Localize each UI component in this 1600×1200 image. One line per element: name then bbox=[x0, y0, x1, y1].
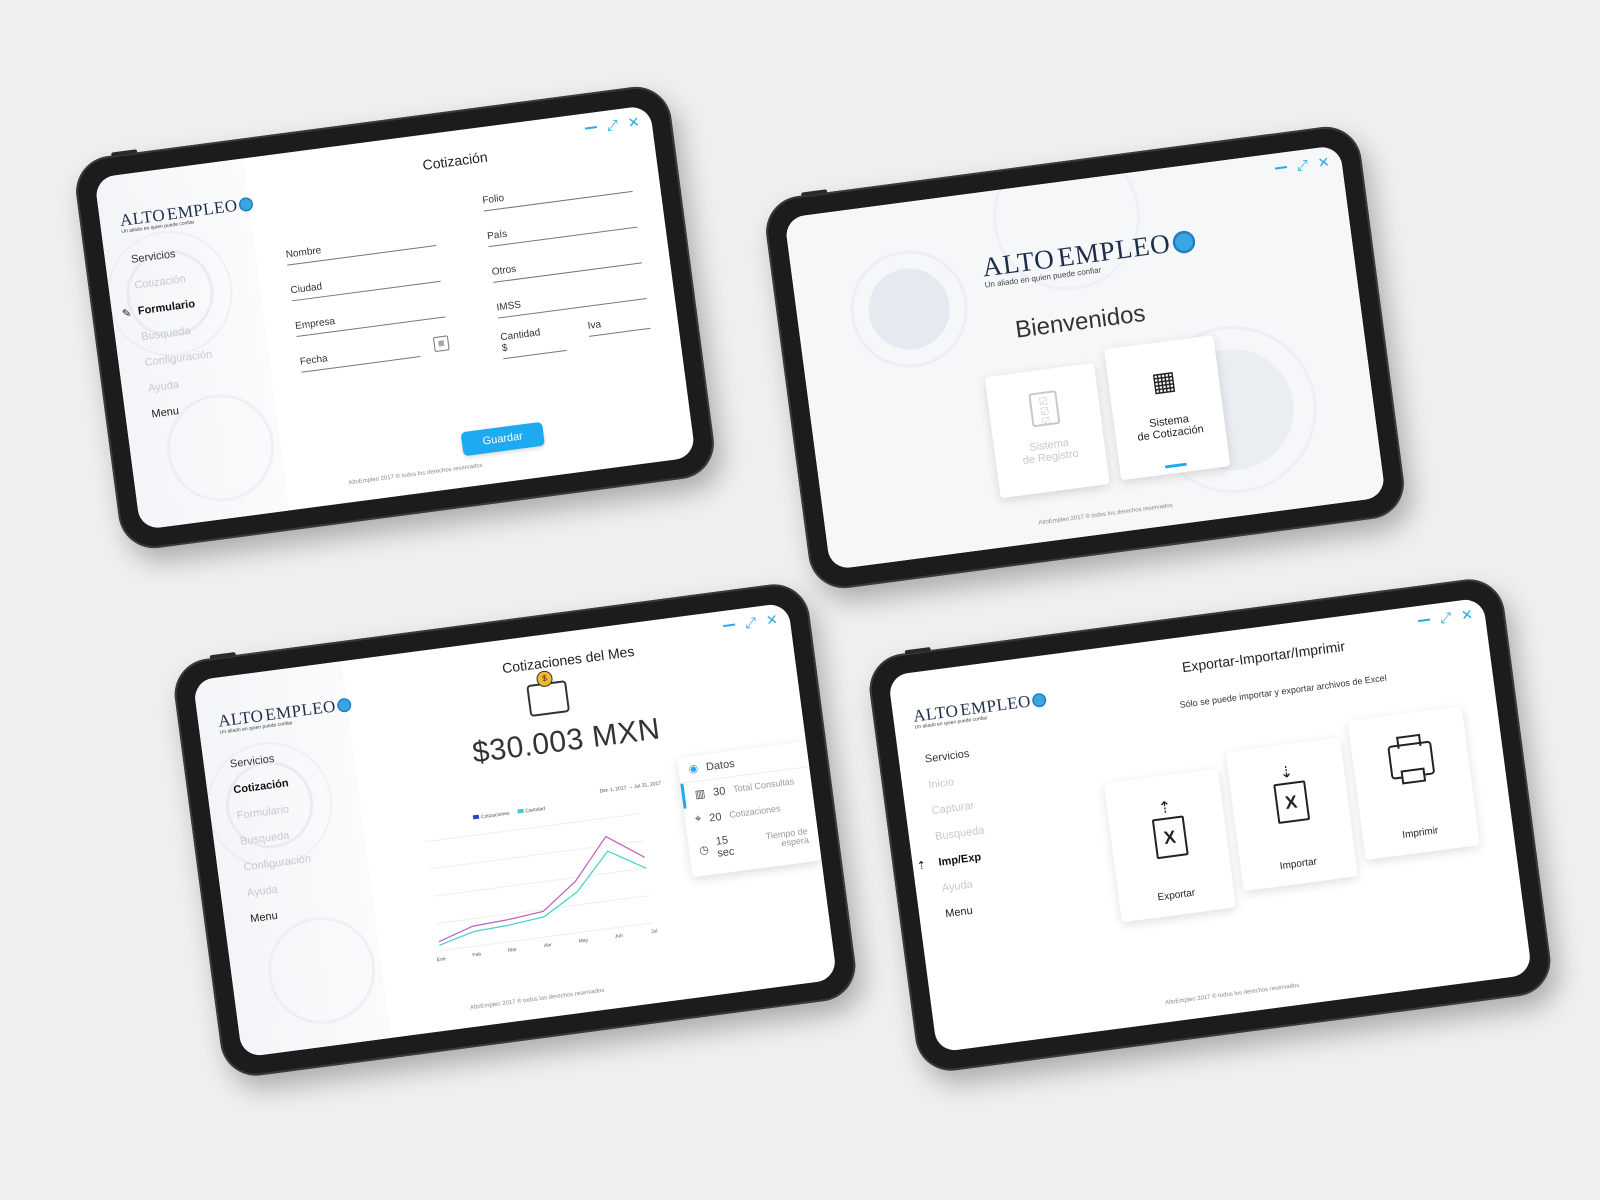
page-title: Cotizaciones del Mes bbox=[501, 642, 636, 677]
active-indicator bbox=[1164, 462, 1187, 469]
iva-field[interactable]: Iva bbox=[587, 312, 651, 337]
sidebar-item-ayuda[interactable]: Ayuda bbox=[941, 868, 1052, 895]
coin-icon: $ bbox=[535, 669, 554, 688]
globe-icon bbox=[336, 697, 353, 714]
sidebar-item-cotizacion[interactable]: Cotización bbox=[134, 265, 245, 292]
minimize-icon[interactable] bbox=[723, 623, 736, 628]
sidebar-item-busqueda[interactable]: Busqueda bbox=[141, 317, 252, 343]
minimize-icon[interactable] bbox=[1418, 618, 1431, 623]
chart-gridline bbox=[436, 894, 650, 925]
sidebar-item-formulario[interactable]: Formulario bbox=[236, 796, 347, 822]
minimize-icon[interactable] bbox=[1274, 166, 1288, 170]
chart-plot: Ene Feb Mar Abr May Jun Jul bbox=[425, 813, 658, 963]
chart-gridline bbox=[429, 840, 643, 870]
chart-x-tick: May bbox=[578, 937, 589, 944]
tablet-form: ⤢ ✕ ALTO EMPLEO Un aliado en quien puede … bbox=[71, 82, 719, 553]
tablet-welcome: ⤢ ✕ ALTO EMPLEO Un aliado en quien puede … bbox=[761, 122, 1409, 593]
clock-icon: ◷ bbox=[698, 843, 710, 857]
sidebar-item-ayuda[interactable]: Ayuda bbox=[147, 369, 258, 395]
ciudad-field[interactable]: Ciudad bbox=[289, 265, 441, 302]
globe-icon bbox=[1031, 692, 1048, 709]
sidebar: Servicios Inicio Capturar Busqueda ⇡ Imp/… bbox=[916, 739, 1056, 920]
dot-icon: ◉ bbox=[687, 762, 699, 776]
month-amount: $30.003 MXN bbox=[470, 712, 663, 770]
upload-arrow-icon: ⇡ bbox=[916, 859, 927, 873]
sidebar-header: Servicios bbox=[924, 747, 971, 766]
chart-x-tick: Jun bbox=[615, 933, 624, 940]
sidebar: Servicios Cotización Formulario Busqueda… bbox=[202, 744, 360, 925]
card-sistema-cotizacion[interactable]: ▦ Sistema de Cotización bbox=[1104, 335, 1231, 481]
card-importar[interactable]: ⇣ X Importar bbox=[1225, 737, 1358, 892]
chart-x-tick: Mar bbox=[508, 947, 518, 954]
sidebar-item-busqueda[interactable]: Busqueda bbox=[934, 817, 1045, 843]
fecha-field[interactable]: Fecha bbox=[299, 341, 421, 373]
line-chart: Cotizaciones Cantidad Dec 1, 2017 → Jul … bbox=[392, 780, 686, 975]
sidebar: Servicios Cotización ✎ Formulario Busqued… bbox=[122, 240, 261, 420]
globe-icon bbox=[1172, 229, 1198, 255]
minimize-icon[interactable] bbox=[584, 126, 598, 130]
sidebar-item-ayuda[interactable]: Ayuda bbox=[246, 873, 357, 900]
page-title: Exportar-Importar/Imprimir bbox=[1181, 637, 1346, 676]
chart-series-line bbox=[438, 835, 645, 943]
sidebar-item-configuracion[interactable]: Configuración bbox=[144, 343, 255, 369]
form-screen: ⤢ ✕ ALTO EMPLEO Un aliado en quien puede … bbox=[94, 104, 696, 531]
excel-download-icon: ⇣ X bbox=[1270, 761, 1310, 825]
maximize-icon[interactable]: ⤢ bbox=[1296, 156, 1309, 173]
tablet-dashboard: ⤢ ✕ ALTO EMPLEO Un aliado en quien puede … bbox=[170, 580, 860, 1080]
checklist-icon: ☑ ☑ ☑ bbox=[1028, 390, 1061, 428]
card-sistema-registro: ☑ ☑ ☑ Sistema de Registro bbox=[984, 362, 1110, 499]
pais-field[interactable]: País bbox=[486, 211, 638, 248]
wallet-icon: $ bbox=[526, 669, 571, 718]
imss-field[interactable]: IMSS bbox=[495, 283, 647, 319]
welcome-screen: ⤢ ✕ ALTO EMPLEO Un aliado en quien puede … bbox=[784, 144, 1386, 571]
chart-x-tick: Feb bbox=[472, 951, 482, 958]
sidebar-item-capturar[interactable]: Capturar bbox=[931, 791, 1042, 817]
brand-logo[interactable]: ALTO EMPLEO Un aliado en quien puede conf… bbox=[912, 689, 1048, 731]
close-icon[interactable]: ✕ bbox=[1317, 153, 1331, 170]
chart-x-tick: Jul bbox=[651, 928, 658, 935]
sidebar-item-impexp[interactable]: ⇡ Imp/Exp bbox=[916, 842, 1049, 872]
empresa-field[interactable]: Empresa bbox=[294, 301, 446, 337]
page-subtitle: Sólo se puede importar y exportar archiv… bbox=[1179, 672, 1388, 710]
card-imprimir[interactable]: Imprimir bbox=[1347, 706, 1480, 860]
nombre-field[interactable]: Nombre bbox=[285, 230, 437, 266]
tablet-export: ⤢ ✕ ALTO EMPLEO Un aliado en quien puede … bbox=[865, 575, 1555, 1075]
calculator-document-icon: ▦ bbox=[1149, 364, 1178, 398]
cantidad-field[interactable]: Cantidad $ bbox=[499, 324, 567, 360]
footer: AltoEmpleo 2017 ® todos los derechos res… bbox=[1164, 982, 1300, 1007]
sidebar-item-cotizacion[interactable]: Cotización bbox=[202, 770, 344, 805]
excel-upload-icon: ⇡ X bbox=[1149, 796, 1189, 860]
globe-icon bbox=[238, 196, 255, 213]
location-pin-icon: ⌖ bbox=[694, 812, 703, 826]
pencil-icon: ✎ bbox=[121, 307, 133, 321]
datos-panel: ◉ Datos ▥ 30 Total Consultas ⌖ 20 Cotiza… bbox=[677, 741, 822, 878]
save-button[interactable]: Guardar bbox=[460, 421, 545, 457]
menu-button[interactable]: Menu bbox=[945, 894, 1056, 920]
chart-x-tick: Ene bbox=[436, 956, 446, 963]
otros-field[interactable]: Otros bbox=[491, 247, 643, 283]
bar-chart-icon: ▥ bbox=[694, 787, 707, 802]
folio-field[interactable]: Folio bbox=[481, 176, 633, 212]
dashboard-screen: ⤢ ✕ ALTO EMPLEO Un aliado en quien puede … bbox=[192, 602, 838, 1058]
sidebar-item-configuracion[interactable]: Configuración bbox=[243, 847, 354, 874]
printer-icon bbox=[1386, 733, 1435, 785]
sidebar-item-formulario[interactable]: ✎ Formulario bbox=[122, 291, 248, 320]
card-exportar[interactable]: ⇡ X Exportar bbox=[1103, 768, 1236, 923]
calendar-icon[interactable]: ▦ bbox=[432, 335, 450, 353]
chart-x-tick: Abr bbox=[544, 942, 553, 949]
sidebar-item-busqueda[interactable]: Busqueda bbox=[239, 822, 350, 848]
chart-gridline bbox=[432, 867, 647, 897]
sidebar-item-inicio[interactable]: Inicio bbox=[928, 765, 1039, 791]
export-screen: ⤢ ✕ ALTO EMPLEO Un aliado en quien puede … bbox=[887, 597, 1533, 1053]
